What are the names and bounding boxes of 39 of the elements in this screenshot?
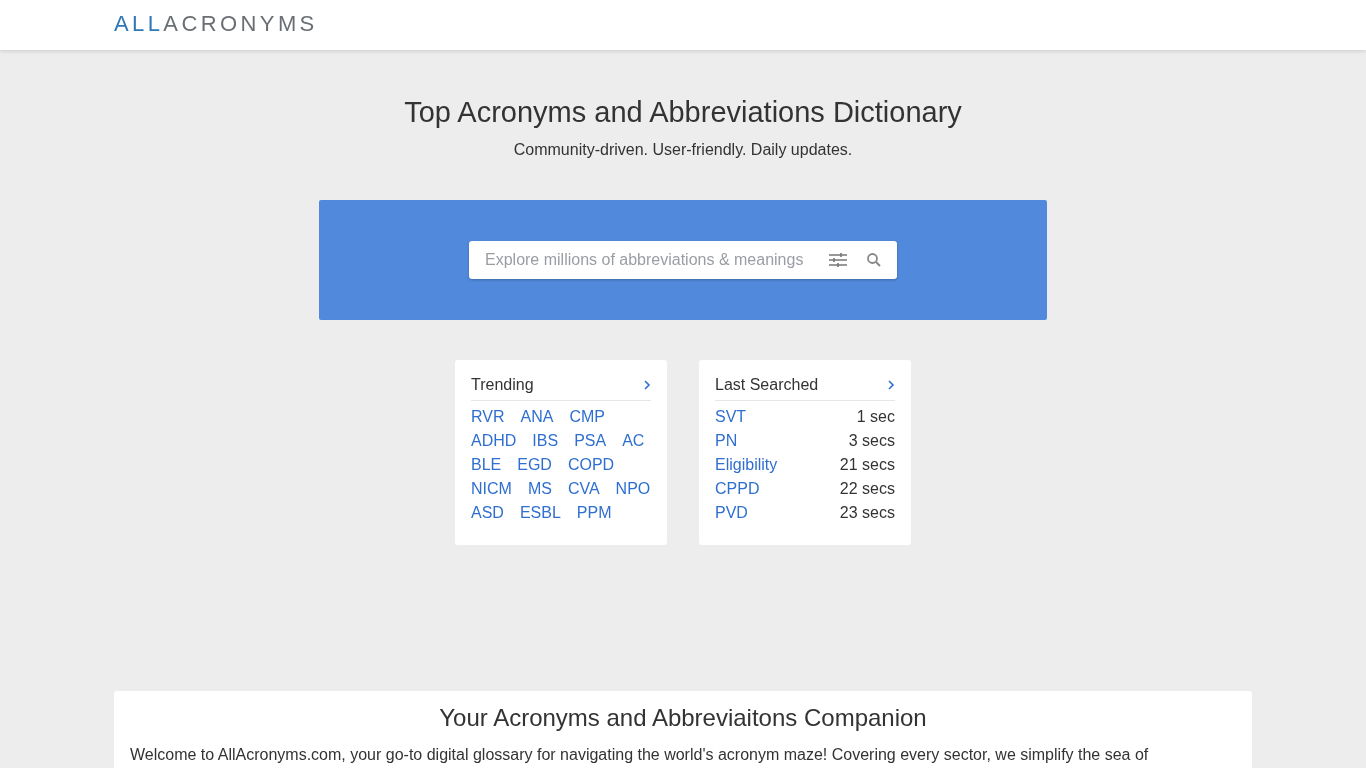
acronym-link[interactable]: CVA <box>567 480 600 498</box>
acronym-link[interactable]: EGD <box>517 456 552 474</box>
card-title: Last Searched <box>715 376 819 394</box>
site-logo[interactable]: ALLACRONYMS <box>114 11 318 37</box>
acronym-link[interactable]: PPM <box>576 504 612 522</box>
acronym-link[interactable]: ADHD <box>471 432 517 450</box>
acronym-link[interactable]: IBS <box>532 432 559 450</box>
acronym-link[interactable]: Eligibility <box>715 456 778 474</box>
acronym-link[interactable]: RVR <box>471 408 505 426</box>
acronym-link[interactable]: SVT <box>715 408 747 426</box>
acronym-link[interactable]: ASD <box>471 504 504 522</box>
filter-sliders-icon[interactable] <box>829 253 847 267</box>
chevron-right-icon[interactable] <box>643 379 651 391</box>
acronym-link[interactable]: ANA <box>520 408 554 426</box>
acronym-link[interactable]: BLE <box>471 456 502 474</box>
search-bar[interactable]: Explore millions of abbreviations & meanings <box>469 241 897 279</box>
time-ago: 1 sec <box>856 408 895 426</box>
acronym-link[interactable]: PN <box>715 432 738 450</box>
acronym-link[interactable]: AC <box>622 432 645 450</box>
acronym-link[interactable]: MS <box>527 480 552 498</box>
page-title: Top Acronyms and Abbreviations Dictionary <box>403 96 963 129</box>
time-ago: 23 secs <box>839 504 895 522</box>
acronym-link[interactable]: NICM <box>471 480 512 498</box>
acronym-link[interactable]: CMP <box>569 408 605 426</box>
acronym-link[interactable]: NPO <box>615 480 651 498</box>
time-ago: 3 secs <box>848 432 895 450</box>
acronym-link[interactable]: PSA <box>574 432 607 450</box>
acronym-link[interactable]: COPD <box>567 456 615 474</box>
page-subtitle: Community-driven. User-friendly. Daily updates. <box>512 141 854 159</box>
chevron-right-icon[interactable] <box>887 379 895 391</box>
acronym-link[interactable]: CPPD <box>715 480 760 498</box>
search-icon[interactable] <box>867 253 881 267</box>
time-ago: 21 secs <box>839 456 895 474</box>
intro-paragraph: Welcome to AllAcronyms.com, your go-to digital glossary for navigating the world's acronym maze! Covering every sector, we simplify the sea of <box>130 746 1150 764</box>
time-ago: 22 secs <box>839 480 895 498</box>
acronym-link[interactable]: ESBL <box>519 504 561 522</box>
acronym-link[interactable]: PVD <box>715 504 748 522</box>
section-title: Your Acronyms and Abbreviaitons Companion <box>438 704 928 732</box>
card-title: Trending <box>471 376 534 394</box>
